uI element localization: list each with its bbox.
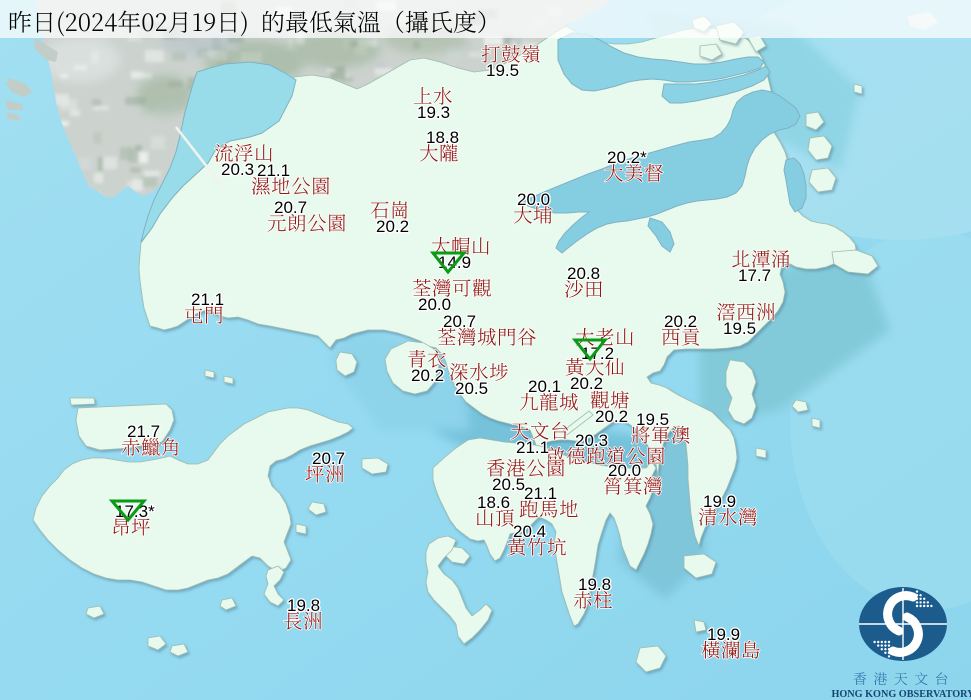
svg-text:19.9: 19.9 — [703, 492, 736, 511]
svg-text:20.2*: 20.2* — [607, 148, 647, 167]
svg-text:19.8: 19.8 — [287, 596, 320, 615]
svg-text:20.3: 20.3 — [221, 160, 254, 179]
svg-text:19.5: 19.5 — [486, 61, 519, 80]
svg-text:20.3: 20.3 — [575, 431, 608, 450]
svg-text:21.1: 21.1 — [191, 290, 224, 309]
svg-text:20.2: 20.2 — [411, 366, 444, 385]
svg-text:21.1: 21.1 — [524, 484, 557, 503]
svg-text:18.8: 18.8 — [426, 128, 459, 147]
svg-text:20.7: 20.7 — [274, 198, 307, 217]
svg-text:20.0: 20.0 — [608, 461, 641, 480]
svg-text:21.1: 21.1 — [516, 438, 549, 457]
svg-text:21.1: 21.1 — [257, 161, 290, 180]
svg-text:19.3: 19.3 — [417, 103, 450, 122]
svg-text:20.5: 20.5 — [455, 379, 488, 398]
svg-text:20.8: 20.8 — [567, 264, 600, 283]
svg-text:19.5: 19.5 — [723, 319, 756, 338]
svg-text:21.7: 21.7 — [127, 422, 160, 441]
svg-text:20.7: 20.7 — [443, 312, 476, 331]
svg-text:20.7: 20.7 — [312, 449, 345, 468]
svg-text:17.7: 17.7 — [738, 266, 771, 285]
svg-text:20.2: 20.2 — [376, 217, 409, 236]
svg-text:HONG KONG OBSERVATORY: HONG KONG OBSERVATORY — [831, 689, 971, 700]
svg-text:20.2: 20.2 — [570, 374, 603, 393]
svg-text:20.5: 20.5 — [492, 475, 525, 494]
svg-text:18.6: 18.6 — [477, 493, 510, 512]
svg-text:20.0: 20.0 — [517, 190, 550, 209]
svg-text:20.1: 20.1 — [528, 377, 561, 396]
svg-text:20.4: 20.4 — [513, 522, 546, 541]
svg-text:19.5: 19.5 — [636, 410, 669, 429]
svg-text:19.8: 19.8 — [578, 575, 611, 594]
svg-text:20.2: 20.2 — [664, 312, 697, 331]
svg-text:19.9: 19.9 — [707, 625, 740, 644]
svg-text:20.2: 20.2 — [595, 407, 628, 426]
